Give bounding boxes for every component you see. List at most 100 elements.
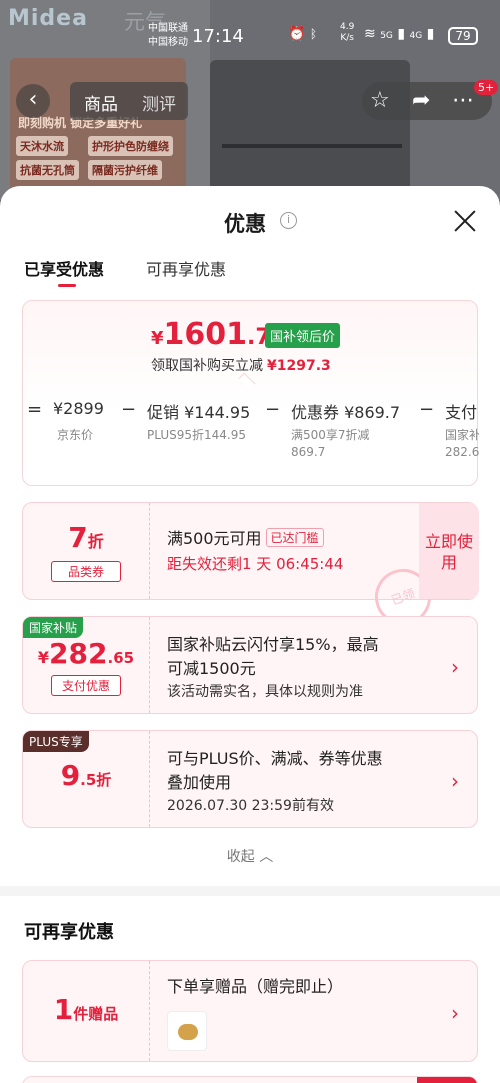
- tab-more-available[interactable]: 可再享优惠: [146, 256, 226, 280]
- breakdown-value: ¥2899: [53, 399, 104, 418]
- breakdown-value: 促销 ¥144.95: [147, 403, 251, 422]
- active-tab-indicator: [58, 284, 76, 287]
- section-separator: [0, 886, 500, 896]
- pointer-notch: [238, 372, 256, 390]
- coupon-type-pill: 品类券: [51, 561, 121, 582]
- carrier-1: 中国联通: [148, 23, 188, 34]
- coupon-divider: [149, 617, 150, 713]
- breakdown-value: 支付: [445, 403, 478, 422]
- price-breakdown: = ¥2899 京东价 − 促销 ¥144.95 PLUS95折144.95 −…: [23, 391, 479, 471]
- back-button[interactable]: ‹: [16, 84, 50, 118]
- section-title-more: 可再享优惠: [24, 922, 114, 943]
- gift-offer-card[interactable]: 1件赠品 下单享赠品（赠完即止） ›: [22, 960, 478, 1062]
- breakdown-value: 优惠券 ¥869.7: [291, 403, 401, 422]
- operator-minus: −: [265, 399, 281, 420]
- coupon-condition: 满500元可用 已达门槛: [167, 525, 324, 549]
- coupon-discount: 7折: [23, 521, 149, 554]
- sheet-title: 优惠: [224, 212, 266, 236]
- share-icon[interactable]: ➦: [412, 88, 430, 113]
- coupon-type-pill: 支付优惠: [51, 675, 121, 696]
- clock: 17:14: [192, 26, 244, 47]
- bluetooth-icon: ᛒ: [309, 27, 318, 41]
- coupon-divider: [149, 731, 150, 827]
- speed-unit: K/s: [340, 33, 354, 43]
- network-speed: 4.9 K/s: [340, 22, 354, 44]
- promo-banner: 即刻购机 锁定多重好礼 天沐水流 护形护色防缠绕 抗菌无孔筒 隔菌污护纤维: [10, 58, 186, 198]
- coupon-expiry: 2026.07.30 23:59前有效: [167, 798, 334, 814]
- message-badge: 5+: [474, 80, 499, 95]
- operator-minus: −: [121, 399, 137, 420]
- operator-minus: −: [419, 399, 435, 420]
- signal-icon: ▮: [426, 26, 435, 42]
- threshold-tag: 已达门槛: [265, 528, 324, 547]
- promo-tag: 天沐水流: [16, 136, 68, 156]
- breakdown-label: 国家补 282.6: [445, 427, 479, 461]
- next-card-peek: [22, 1076, 478, 1083]
- breakdown-label: 满500享7折减 869.7: [291, 427, 370, 461]
- signal-icons: ≋ 5G ▮ 4G ▮: [364, 26, 434, 42]
- amount-decimal: .65: [107, 649, 135, 667]
- operator-equals: =: [27, 399, 43, 420]
- tab-review[interactable]: 测评: [142, 90, 176, 115]
- chevron-right-icon: ›: [451, 655, 459, 679]
- final-price: ¥1601.7: [151, 317, 271, 352]
- discount-unit: 折: [87, 532, 104, 551]
- breakdown-label: PLUS95折144.95: [147, 428, 246, 442]
- product-actions: ☆ ➦ ⋯: [362, 82, 492, 120]
- carrier-2: 中国移动: [148, 37, 188, 48]
- coupon-divider: [149, 503, 150, 599]
- background-page: Midea 元气 即刻购机 锁定多重好礼 天沐水流 护形护色防缠绕 抗菌无孔筒 …: [0, 0, 500, 200]
- product-image-machine: [210, 60, 410, 200]
- price-summary-card: ¥1601.7 国补领后价 领取国补购买立减 ¥1297.3 = ¥2899 京东…: [22, 300, 479, 486]
- coupon-value-area: 7折 品类券: [23, 503, 149, 599]
- gift-unit: 件赠品: [73, 1005, 119, 1023]
- subsidy-price-tag: 国补领后价: [265, 323, 341, 348]
- breakdown-label-line2: 869.7: [291, 445, 326, 459]
- breakdown-label-line2: 282.6: [445, 445, 479, 459]
- promo-tag: 隔菌污护纤维: [88, 160, 162, 180]
- gift-product-thumbnail[interactable]: [167, 1011, 207, 1051]
- alarm-icon: ⏰: [288, 26, 306, 42]
- coupon-title-line1: 国家补贴云闪付享15%，最高: [167, 635, 379, 654]
- network-5g: 5G: [380, 31, 393, 41]
- gift-number: 1: [53, 993, 74, 1026]
- coupon-title-line1: 可与PLUS价、满减、券等优惠: [167, 749, 383, 768]
- carrier-info: 中国联通 中国移动: [148, 22, 188, 50]
- tab-product[interactable]: 商品: [84, 90, 118, 115]
- network-4g: 4G: [409, 31, 423, 41]
- coupon-amount: ¥282.65: [23, 637, 149, 670]
- chevron-right-icon: ›: [451, 769, 459, 793]
- battery-indicator: 79: [448, 27, 478, 45]
- peek-tag: [417, 1077, 477, 1083]
- amount-integer: 282: [49, 637, 108, 670]
- coupon-note: 该活动需实名，具体以规则为准: [167, 684, 363, 700]
- status-icons: ⏰ ᛒ: [288, 26, 317, 42]
- close-icon[interactable]: [452, 208, 478, 234]
- promo-tag: 抗菌无孔筒: [16, 160, 79, 180]
- tab-enjoyed[interactable]: 已享受优惠: [24, 256, 104, 280]
- signal-icon: ▮: [397, 26, 406, 42]
- coupon-condition-text: 满500元可用: [167, 529, 262, 548]
- coupon-countdown: 距失效还剩1 天 06:45:44: [167, 555, 344, 573]
- coupon-title-line2: 叠加使用: [167, 773, 232, 792]
- machine-panel: [222, 144, 402, 148]
- promo-tag: 护形护色防缠绕: [88, 136, 173, 156]
- discount-number: 7: [68, 521, 88, 554]
- more-icon[interactable]: ⋯: [452, 88, 474, 113]
- wifi-icon: ≋: [364, 26, 376, 42]
- gift-title: 下单享赠品（赠完即止）: [167, 977, 344, 996]
- breakdown-label-line1: 国家补: [445, 428, 479, 442]
- status-bar: 中国联通 中国移动 17:14 ⏰ ᛒ 4.9 K/s ≋ 5G ▮ 4G ▮ …: [0, 22, 500, 52]
- currency-symbol: ¥: [37, 648, 50, 667]
- discount-sheet: 优惠 i 已享受优惠 可再享优惠 ¥1601.7 国补领后价 领取国补购买立减 ¥…: [0, 186, 500, 1083]
- favorite-star-icon[interactable]: ☆: [370, 88, 390, 113]
- use-now-button[interactable]: 立即使用: [419, 503, 479, 599]
- info-icon[interactable]: i: [280, 212, 297, 229]
- coupon-value-area: ¥282.65 支付优惠: [23, 617, 149, 713]
- coupon-discount: 9.5折: [23, 759, 149, 792]
- coupon-national-subsidy[interactable]: 国家补贴 ¥282.65 支付优惠 国家补贴云闪付享15%，最高 可减1500元…: [22, 616, 478, 714]
- breakdown-label-line1: 满500享7折减: [291, 428, 370, 442]
- currency-symbol: ¥: [151, 328, 164, 349]
- coupon-plus[interactable]: PLUS专享 9.5折 可与PLUS价、满减、券等优惠 叠加使用 2026.07…: [22, 730, 478, 828]
- collapse-button[interactable]: 收起 ︿: [0, 846, 500, 866]
